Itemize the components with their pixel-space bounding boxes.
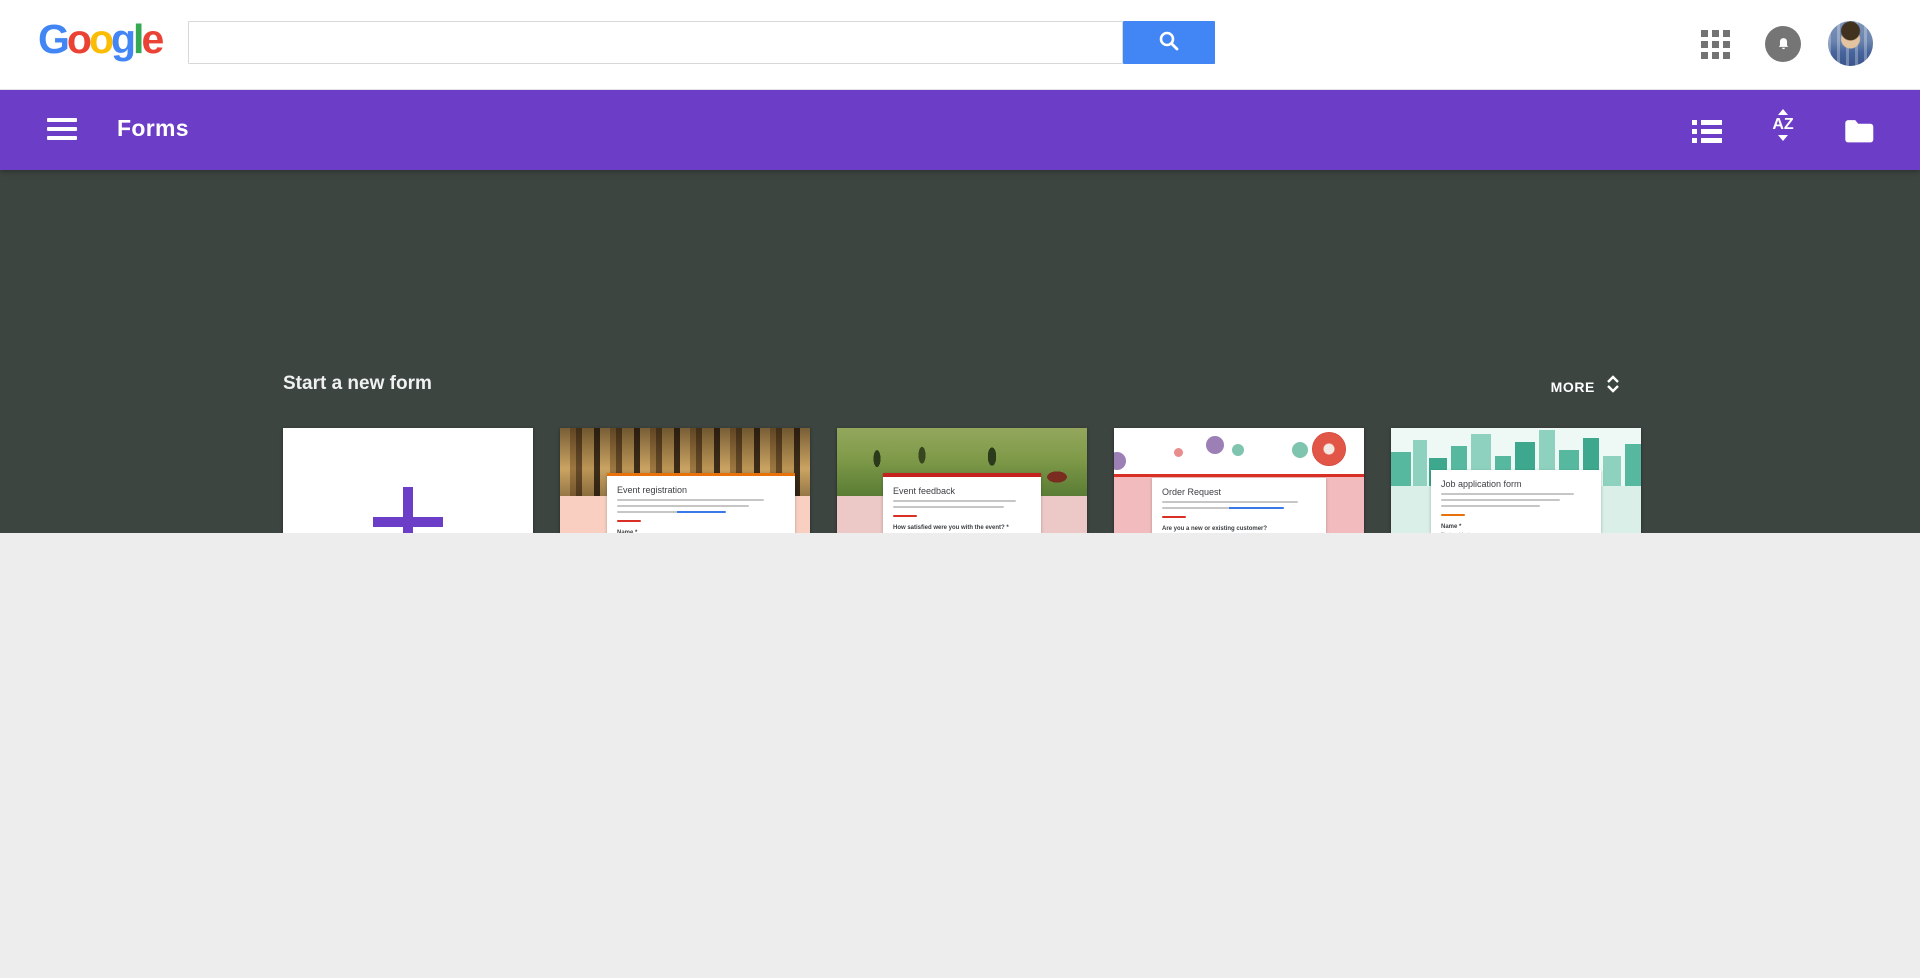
app-bar: Forms AZ	[0, 90, 1920, 170]
google-forms-home: Google Forms AZ Start a new form	[0, 0, 1920, 978]
search-input[interactable]	[188, 21, 1123, 64]
recent-forms-section: Recent forms Owned by anyone Stuff and o…	[0, 533, 1920, 978]
floral-banner	[1114, 428, 1364, 475]
list-view-icon[interactable]	[1690, 114, 1724, 148]
app-title: Forms	[117, 115, 189, 142]
folder-icon[interactable]	[1842, 114, 1876, 148]
search-button[interactable]	[1123, 21, 1215, 64]
apps-grid-icon[interactable]	[1701, 30, 1730, 59]
sort-up-arrow	[1778, 109, 1788, 115]
bell-icon	[1775, 36, 1792, 53]
search-icon	[1157, 29, 1181, 56]
templates-section-title: Start a new form	[283, 373, 432, 395]
sort-down-arrow	[1778, 135, 1788, 141]
google-logo[interactable]: Google	[38, 16, 161, 63]
main-menu-icon[interactable]	[47, 118, 77, 145]
templates-section: Start a new form MORE Blank Event regi	[0, 170, 1920, 533]
more-templates-button[interactable]: MORE	[1551, 374, 1620, 399]
user-avatar[interactable]	[1828, 21, 1873, 66]
chevron-up-down-icon	[1606, 374, 1620, 399]
notifications-bell-icon[interactable]	[1765, 26, 1801, 62]
top-bar: Google	[0, 0, 1920, 90]
sort-az-icon[interactable]: AZ	[1766, 108, 1800, 142]
